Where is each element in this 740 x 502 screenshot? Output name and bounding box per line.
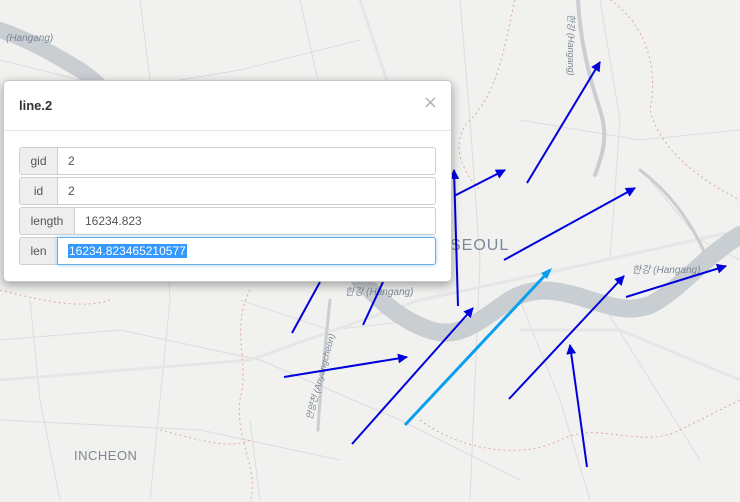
attribute-row-length: length 16234.823	[19, 207, 436, 235]
feature-popup[interactable]: line.2 × gid 2 id 2 length 16234.823 len…	[3, 80, 452, 282]
attribute-value-input[interactable]: 16234.823465210577	[57, 237, 436, 265]
label-incheon: INCHEON	[74, 448, 137, 463]
selected-line-path[interactable]	[403, 268, 552, 427]
selected-text: 16234.823465210577	[68, 244, 187, 258]
close-icon[interactable]: ×	[423, 94, 438, 112]
attribute-key: len	[19, 237, 57, 265]
label-seoul: SEOUL	[450, 237, 509, 254]
line-arrow[interactable]	[566, 344, 588, 468]
attribute-value[interactable]: 2	[57, 177, 436, 205]
attribute-key: gid	[19, 147, 57, 175]
line-arrow[interactable]	[503, 187, 636, 261]
attribute-row-gid: gid 2	[19, 147, 436, 175]
attribute-row-id: id 2	[19, 177, 436, 205]
attribute-row-len: len 16234.823465210577	[19, 237, 436, 265]
line-arrow[interactable]	[283, 353, 408, 378]
label-hangang-nw: (Hangang)	[6, 33, 53, 44]
popup-title: line.2	[19, 98, 53, 113]
label-hangang-vertical: 한강 (Hangang)	[566, 14, 576, 76]
map-view[interactable]: (Hangang) 한강 (Hangang) SEOUL 한강 (Hangang…	[0, 0, 740, 502]
label-hangang-east: 한강 (Hangang)	[632, 264, 700, 276]
attribute-value[interactable]: 2	[57, 147, 436, 175]
line-arrow[interactable]	[453, 169, 506, 197]
attribute-key: length	[19, 207, 74, 235]
attribute-key: id	[19, 177, 57, 205]
popup-header: line.2 ×	[4, 81, 451, 131]
attribute-value[interactable]: 16234.823	[74, 207, 436, 235]
